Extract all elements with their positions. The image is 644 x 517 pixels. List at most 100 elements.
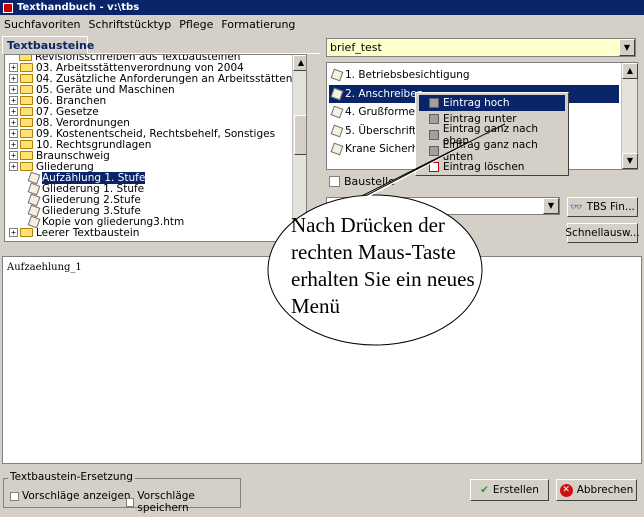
- expand-icon[interactable]: +: [9, 85, 18, 94]
- menu-suchfavoriten[interactable]: Suchfavoriten: [0, 18, 84, 31]
- tree-item[interactable]: +07. Gesetze: [9, 106, 99, 118]
- expand-icon[interactable]: +: [9, 63, 18, 72]
- tbs-find-button[interactable]: 👓 TBS Fin...: [567, 197, 638, 217]
- document-part-label: Krane Sicherhe: [345, 143, 425, 155]
- folder-icon: [20, 85, 33, 94]
- scroll-up-icon[interactable]: ▲: [622, 63, 638, 79]
- context-menu: Eintrag hoch Eintrag runter Eintrag ganz n…: [415, 92, 569, 176]
- folder-icon: [20, 74, 33, 83]
- show-suggestions-box[interactable]: [10, 491, 19, 501]
- save-suggestions-box[interactable]: [126, 497, 135, 507]
- expand-icon[interactable]: +: [9, 107, 18, 116]
- arrow-up-icon: [429, 98, 439, 108]
- save-suggestions-label: Vorschläge speichern: [137, 490, 195, 514]
- menubar: Suchfavoriten Schriftstücktyp Pflege For…: [0, 16, 644, 33]
- document-part-label: 2. Anschreiben: [345, 87, 424, 100]
- context-menu-label: Eintrag hoch: [443, 97, 510, 109]
- expand-icon[interactable]: +: [9, 162, 18, 171]
- baustelle-checkbox-box[interactable]: [329, 176, 340, 187]
- folder-icon: [20, 96, 33, 105]
- tree-item[interactable]: + Braunschweig: [9, 150, 110, 162]
- document-icon: [330, 87, 344, 100]
- expand-icon[interactable]: +: [9, 74, 18, 83]
- menu-schriftstuecktyp[interactable]: Schriftstücktyp: [84, 18, 175, 31]
- folder-icon: [20, 228, 33, 237]
- document-part-item[interactable]: 1. Betriebsbesichtigung: [329, 66, 619, 84]
- folder-icon: [20, 118, 33, 127]
- folder-icon: [20, 162, 33, 171]
- list-scrollbar[interactable]: ▲ ▼: [621, 63, 638, 169]
- expand-icon[interactable]: +: [9, 129, 18, 138]
- tree-scroll-thumb[interactable]: [294, 115, 306, 155]
- document-icon: [27, 204, 41, 217]
- context-menu-label: Eintrag löschen: [443, 161, 525, 173]
- tree-item[interactable]: Gliederung 2.Stufe: [27, 193, 141, 206]
- save-suggestions-checkbox[interactable]: Vorschläge speichern: [126, 490, 240, 514]
- folder-icon: [20, 63, 33, 72]
- menu-formatierung[interactable]: Formatierung: [217, 18, 299, 31]
- folder-icon: [19, 55, 32, 61]
- document-icon: [330, 124, 344, 137]
- expand-icon[interactable]: +: [9, 96, 18, 105]
- window-titlebar: Texthandbuch - v:\tbs: [0, 0, 644, 15]
- textbaustein-tree[interactable]: Revisionsschreiben aus Textbausteinen +03…: [4, 54, 307, 242]
- scroll-down-icon[interactable]: ▼: [622, 153, 638, 169]
- document-part-label: 4. Grußformel: [345, 106, 418, 118]
- chevron-down-icon[interactable]: ▼: [619, 39, 635, 56]
- document-icon: [330, 68, 344, 82]
- tree-item[interactable]: Kopie von gliederung3.htm: [27, 215, 184, 228]
- tree-item[interactable]: +06. Branchen: [9, 95, 106, 107]
- tree-item[interactable]: Gliederung 1. Stufe: [27, 182, 144, 195]
- context-menu-item[interactable]: Eintrag hoch: [419, 95, 565, 111]
- menu-pflege[interactable]: Pflege: [175, 18, 217, 31]
- tree-item[interactable]: +05. Geräte und Maschinen: [9, 84, 175, 96]
- expand-icon[interactable]: +: [9, 140, 18, 149]
- tree-item-label: Leerer Textbaustein: [36, 226, 140, 239]
- tree-item[interactable]: Gliederung 3.Stufe: [27, 204, 141, 217]
- window-title: Texthandbuch - v:\tbs: [17, 2, 140, 13]
- show-suggestions-label: Vorschläge anzeigen: [22, 490, 131, 502]
- callout-text: Nach Drücken der rechten Maus-Taste erha…: [291, 213, 475, 318]
- context-menu-item[interactable]: Eintrag ganz nach unten: [419, 139, 565, 163]
- expand-icon[interactable]: +: [9, 118, 18, 127]
- document-icon: [330, 105, 344, 119]
- app-icon: [3, 2, 13, 13]
- context-menu-item[interactable]: Eintrag löschen: [419, 159, 565, 175]
- tab-textbausteine[interactable]: Textbausteine: [2, 36, 94, 54]
- tree-item[interactable]: +03. Arbeitsstättenverordnung von 2004: [9, 62, 244, 74]
- editor-content[interactable]: Aufzaehlung_1: [7, 262, 82, 273]
- document-select-value: brief_test: [330, 41, 382, 54]
- show-suggestions-checkbox[interactable]: Vorschläge anzeigen: [10, 490, 131, 502]
- scroll-up-icon[interactable]: ▲: [293, 55, 306, 71]
- expand-icon[interactable]: +: [9, 151, 18, 160]
- arrow-down-icon: [429, 114, 439, 124]
- tree-item[interactable]: + Gliederung: [9, 161, 94, 173]
- create-button-label: Erstellen: [492, 484, 539, 496]
- tree-item[interactable]: Aufzählung 1. Stufe: [27, 171, 146, 184]
- tree-item[interactable]: +08. Verordnungen: [9, 117, 130, 129]
- arrow-bottom-icon: [429, 146, 439, 156]
- folder-icon: [20, 129, 33, 138]
- replacement-group: Textbaustein-Ersetzung Vorschläge anzeig…: [3, 471, 241, 514]
- baustelle-checkbox[interactable]: Baustelle: [329, 175, 395, 188]
- document-icon: [27, 171, 41, 184]
- cancel-button[interactable]: ✕ Abbrechen: [556, 479, 637, 501]
- folder-icon: [20, 151, 33, 160]
- tree-item[interactable]: +10. Rechtsgrundlagen: [9, 139, 151, 151]
- expand-icon[interactable]: +: [9, 228, 18, 237]
- quick-select-label: Schnellausw...: [565, 227, 640, 239]
- quick-select-button[interactable]: Schnellausw...: [565, 223, 640, 243]
- cancel-icon: ✕: [559, 483, 573, 497]
- document-icon: [27, 182, 41, 195]
- document-select[interactable]: brief_test ▼: [326, 38, 636, 57]
- tree-item[interactable]: +09. Kostenentscheid, Rechtsbehelf, Sons…: [9, 128, 275, 140]
- arrow-top-icon: [429, 130, 439, 140]
- chevron-down-icon[interactable]: ▼: [543, 198, 559, 214]
- tree-item[interactable]: +04. Zusätzliche Anforderungen an Arbeit…: [9, 73, 292, 85]
- tree-item[interactable]: + Leerer Textbaustein: [9, 226, 140, 239]
- folder-icon: [20, 140, 33, 149]
- document-icon: [27, 193, 41, 206]
- create-button[interactable]: ✔ Erstellen: [470, 479, 549, 501]
- binoculars-icon: 👓: [570, 201, 583, 213]
- cancel-button-label: Abbrechen: [576, 484, 634, 496]
